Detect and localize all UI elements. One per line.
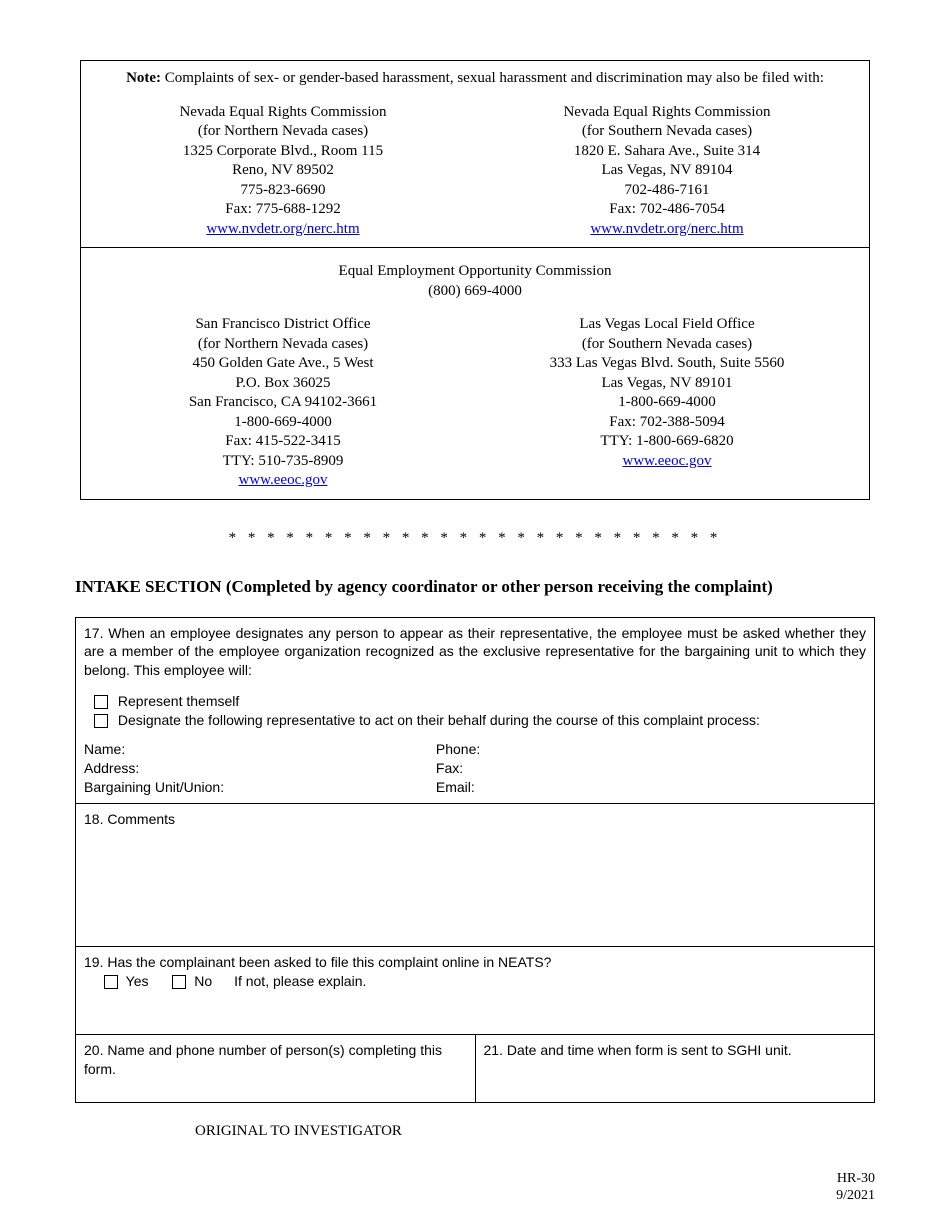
eeoc-lv-fax: Fax: 702-388-5094 (475, 413, 859, 433)
note-text: Complaints of sex- or gender-based haras… (165, 70, 824, 86)
nerc-s-name: Nevada Equal Rights Commission (475, 103, 859, 123)
q17-fax-label: Fax: (436, 759, 866, 778)
q19-checkbox-yes[interactable] (104, 975, 118, 989)
q21-cell: 21. Date and time when form is sent to S… (475, 1034, 875, 1102)
nerc-n-name: Nevada Equal Rights Commission (91, 103, 475, 123)
q19-ifnot: If not, please explain. (234, 973, 366, 989)
q17-email-label: Email: (436, 778, 866, 797)
q17-cell: 17. When an employee designates any pers… (76, 617, 875, 803)
eeoc-sf-fax: Fax: 415-522-3415 (91, 432, 475, 452)
note-header-cell: Note: Complaints of sex- or gender-based… (81, 61, 870, 248)
q18-cell: 18. Comments (76, 803, 875, 946)
nerc-s-fax: Fax: 702-486-7054 (475, 200, 859, 220)
nerc-n-addr2: Reno, NV 89502 (91, 161, 475, 181)
eeoc-lv-tty: TTY: 1-800-669-6820 (475, 432, 859, 452)
eeoc-phone: (800) 669-4000 (91, 282, 859, 302)
q17-name-label: Name: (84, 740, 436, 759)
nerc-n-phone: 775-823-6690 (91, 181, 475, 201)
q19-yes-label: Yes (126, 973, 149, 989)
eeoc-lv-addr1: 333 Las Vegas Blvd. South, Suite 5560 (475, 354, 859, 374)
q19-no-label: No (194, 973, 212, 989)
eeoc-lv-name: Las Vegas Local Field Office (475, 315, 859, 335)
q17-bargaining-label: Bargaining Unit/Union: (84, 778, 436, 797)
q18-label: 18. Comments (84, 811, 175, 827)
nerc-southern: Nevada Equal Rights Commission (for Sout… (475, 103, 859, 240)
q17-text: 17. When an employee designates any pers… (84, 624, 866, 681)
q17-phone-label: Phone: (436, 740, 866, 759)
eeoc-sf-tty: TTY: 510-735-8909 (91, 452, 475, 472)
original-to-investigator: ORIGINAL TO INVESTIGATOR (195, 1123, 875, 1140)
intake-section-heading: INTAKE SECTION (Completed by agency coor… (75, 577, 875, 597)
q20-cell: 20. Name and phone number of person(s) c… (76, 1034, 476, 1102)
q21-label: 21. Date and time when form is sent to S… (484, 1042, 792, 1058)
eeoc-sf-name: San Francisco District Office (91, 315, 475, 335)
eeoc-sf-phone: 1-800-669-4000 (91, 413, 475, 433)
q19-cell: 19. Has the complainant been asked to fi… (76, 946, 875, 1034)
eeoc-sf-link[interactable]: www.eeoc.gov (239, 472, 328, 488)
nerc-n-region: (for Northern Nevada cases) (91, 122, 475, 142)
nerc-s-addr2: Las Vegas, NV 89104 (475, 161, 859, 181)
nerc-n-link[interactable]: www.nvdetr.org/nerc.htm (206, 221, 359, 237)
footer-date: 9/2021 (836, 1188, 875, 1205)
nerc-n-fax: Fax: 775-688-1292 (91, 200, 475, 220)
eeoc-lv-region: (for Southern Nevada cases) (475, 335, 859, 355)
q20-label: 20. Name and phone number of person(s) c… (84, 1042, 442, 1077)
note-box: Note: Complaints of sex- or gender-based… (80, 60, 870, 500)
eeoc-lv-link[interactable]: www.eeoc.gov (623, 453, 712, 469)
eeoc-sf-region: (for Northern Nevada cases) (91, 335, 475, 355)
footer-form: HR-30 (836, 1171, 875, 1188)
q17-checkbox-self[interactable] (94, 695, 108, 709)
q17-address-label: Address: (84, 759, 436, 778)
q19-checkbox-no[interactable] (172, 975, 186, 989)
nerc-northern: Nevada Equal Rights Commission (for Nort… (91, 103, 475, 240)
footer: HR-30 9/2021 (836, 1171, 875, 1205)
nerc-s-region: (for Southern Nevada cases) (475, 122, 859, 142)
eeoc-lv: Las Vegas Local Field Office (for Southe… (475, 315, 859, 491)
nerc-s-phone: 702-486-7161 (475, 181, 859, 201)
q19-text: 19. Has the complainant been asked to fi… (84, 953, 866, 972)
eeoc-sf: San Francisco District Office (for North… (91, 315, 475, 491)
intake-form-table: 17. When an employee designates any pers… (75, 617, 875, 1103)
q17-opt1: Represent themself (118, 693, 239, 709)
nerc-s-addr1: 1820 E. Sahara Ave., Suite 314 (475, 142, 859, 162)
nerc-s-link[interactable]: www.nvdetr.org/nerc.htm (590, 221, 743, 237)
nerc-n-addr1: 1325 Corporate Blvd., Room 115 (91, 142, 475, 162)
q17-opt2: Designate the following representative t… (118, 712, 760, 728)
eeoc-cell: Equal Employment Opportunity Commission … (81, 248, 870, 500)
eeoc-sf-addr2: P.O. Box 36025 (91, 374, 475, 394)
eeoc-lv-addr2: Las Vegas, NV 89101 (475, 374, 859, 394)
page: Note: Complaints of sex- or gender-based… (0, 0, 950, 1230)
eeoc-sf-addr1: 450 Golden Gate Ave., 5 West (91, 354, 475, 374)
divider-stars: * * * * * * * * * * * * * * * * * * * * … (75, 530, 875, 547)
eeoc-lv-phone: 1-800-669-4000 (475, 393, 859, 413)
q17-checkbox-representative[interactable] (94, 714, 108, 728)
eeoc-header: Equal Employment Opportunity Commission (91, 262, 859, 282)
note-label: Note: (126, 70, 161, 86)
eeoc-sf-addr3: San Francisco, CA 94102-3661 (91, 393, 475, 413)
